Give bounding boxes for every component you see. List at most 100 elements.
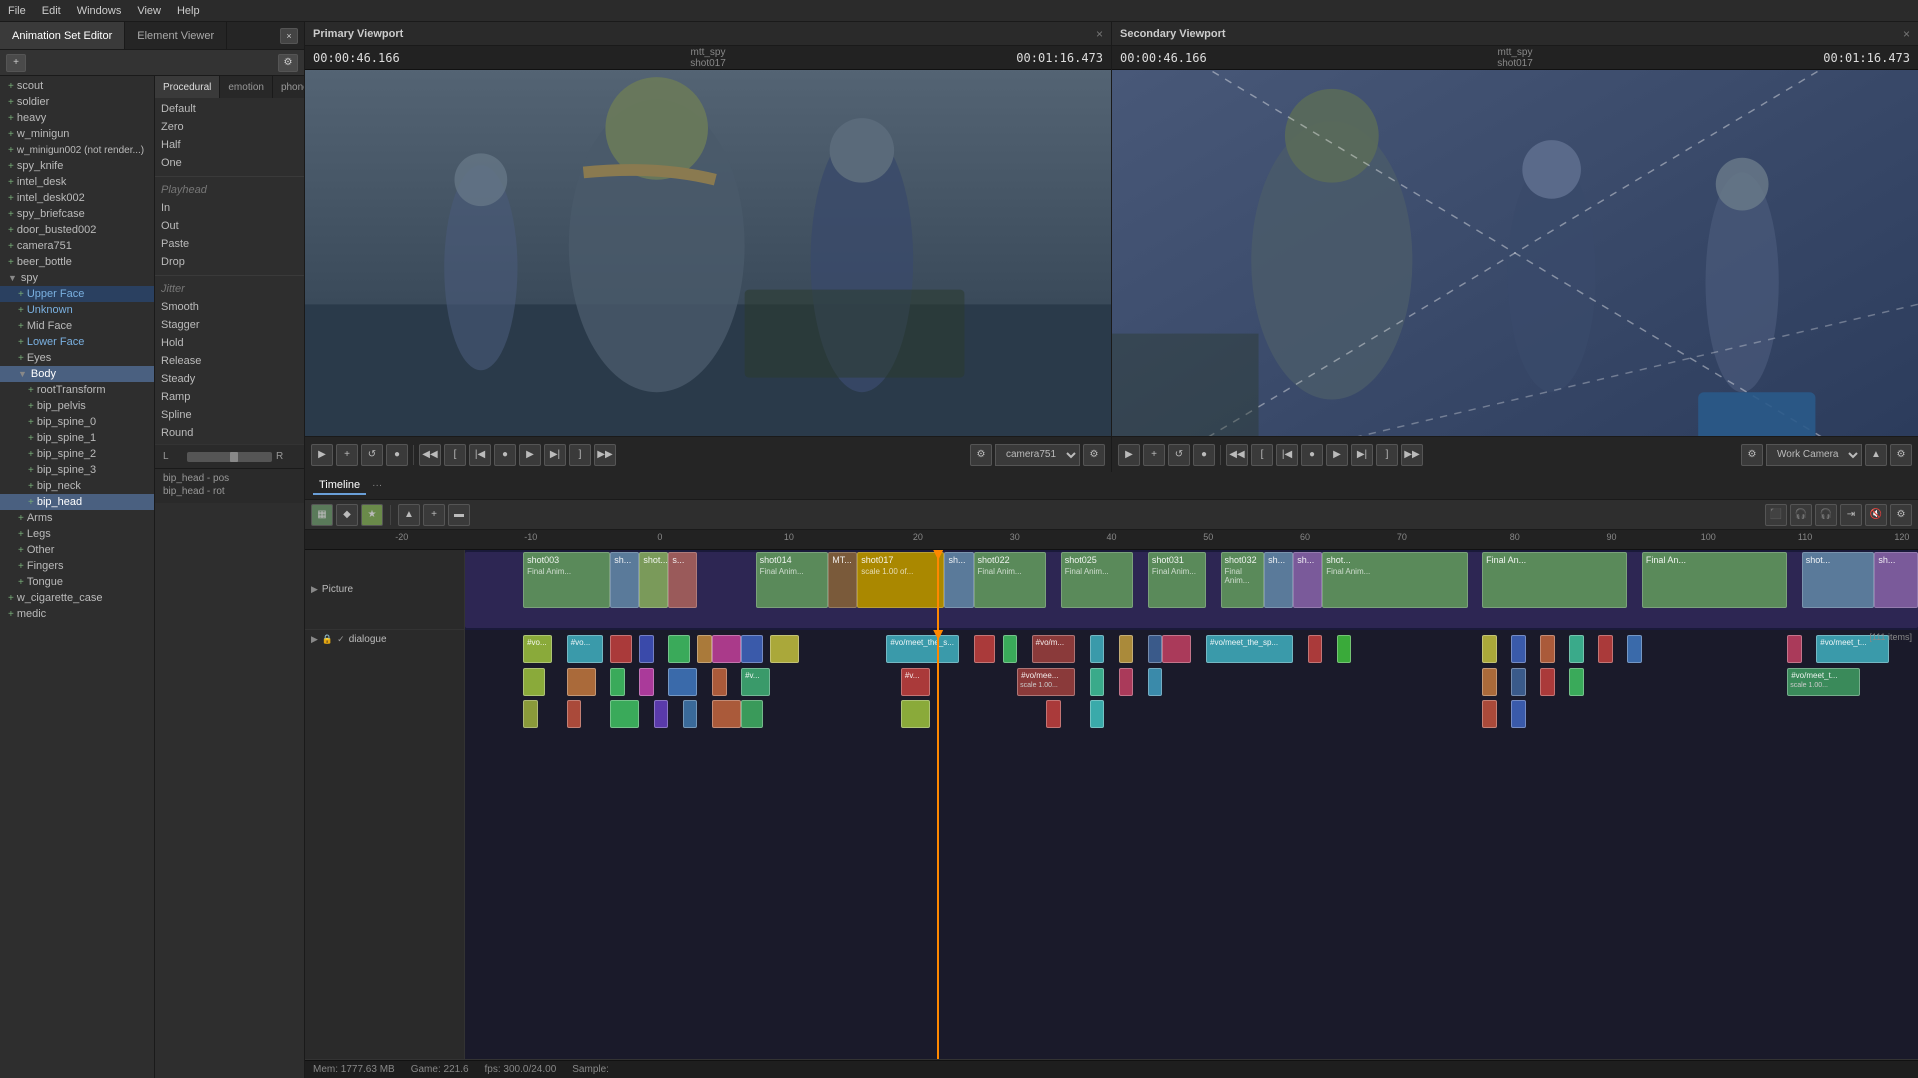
shot-025-block[interactable]: shot025 Final Anim... (1061, 552, 1134, 608)
tl-headphone2-btn[interactable]: 🎧 (1815, 504, 1837, 526)
sec-go-start[interactable]: |◀ (1276, 444, 1298, 466)
primary-viewport-canvas[interactable] (305, 70, 1111, 436)
record-button[interactable]: ● (386, 444, 408, 466)
sec-camera-expand[interactable]: ▲ (1865, 444, 1887, 466)
shot-sh4[interactable]: sh... (1293, 552, 1322, 608)
tree-item-bip-head[interactable]: +bip_head (0, 494, 154, 510)
sound-clip-r2-12[interactable] (1148, 668, 1163, 696)
tree-item-lower-face[interactable]: +Lower Face (0, 334, 154, 350)
tree-item-bip-spine-0[interactable]: +bip_spine_0 (0, 414, 154, 430)
proc-item-release[interactable]: Release (155, 352, 304, 370)
sound-clip-23[interactable] (1540, 635, 1555, 663)
sound-clip-r2-3[interactable] (610, 668, 625, 696)
tab-element-viewer[interactable]: Element Viewer (125, 22, 227, 49)
menu-file[interactable]: File (8, 5, 26, 17)
sec-play-button[interactable]: ▶ (1118, 444, 1140, 466)
tree-item-mid-face[interactable]: +Mid Face (0, 318, 154, 334)
tl-page-btn[interactable]: ▬ (448, 504, 470, 526)
add-animation-button[interactable]: + (6, 54, 26, 72)
tree-item-intel-desk[interactable]: +intel_desk (0, 174, 154, 190)
tree-item-beer-bottle[interactable]: +beer_bottle (0, 254, 154, 270)
tree-item-upper-face[interactable]: +Upper Face (0, 286, 154, 302)
tree-item-heavy[interactable]: +heavy (0, 110, 154, 126)
sound-clip-10[interactable]: #vo/meet_the_s... (886, 635, 959, 663)
tree-item-camera751[interactable]: +camera751 (0, 238, 154, 254)
sec-frame-fwd[interactable]: ] (1376, 444, 1398, 466)
sound-clip-22[interactable] (1511, 635, 1526, 663)
shot-022-block[interactable]: shot022 Final Anim... (974, 552, 1047, 608)
sec-loop-btn[interactable]: ↺ (1168, 444, 1190, 466)
settings-button[interactable]: ⚙ (278, 54, 298, 72)
sound-clip-r2-10[interactable] (1090, 668, 1105, 696)
tl-record-btn[interactable]: ⬛ (1765, 504, 1787, 526)
proc-item-hold[interactable]: Hold (155, 334, 304, 352)
sound-clip-27[interactable] (1787, 635, 1802, 663)
tree-item-spy[interactable]: ▼spy (0, 270, 154, 286)
proc-tab-phoneme[interactable]: phoneme (273, 76, 304, 98)
sound-clip-r3-8[interactable] (901, 700, 930, 728)
sound-clip-15[interactable] (1119, 635, 1134, 663)
tl-mute-btn[interactable]: 🔇 (1865, 504, 1887, 526)
tree-item-w-cigarette-case[interactable]: +w_cigarette_case (0, 590, 154, 606)
sound-clip-r3-5[interactable] (683, 700, 698, 728)
shot-end2[interactable]: sh... (1874, 552, 1918, 608)
sound-track-content[interactable]: [111 items] #vo... #vo... (465, 630, 1918, 1059)
close-panel-button[interactable]: × (280, 28, 298, 44)
tl-goto-end[interactable]: ⇥ (1840, 504, 1862, 526)
picture-expand-icon[interactable]: ▶ (311, 584, 318, 595)
sec-frame-back[interactable]: [ (1251, 444, 1273, 466)
sound-clip-r2-8[interactable]: #v... (901, 668, 930, 696)
sound-clip-r3-6[interactable] (712, 700, 741, 728)
sound-clip-13[interactable]: #vo/m... (1032, 635, 1076, 663)
interpolation-slider[interactable] (187, 452, 272, 462)
proc-item-paste[interactable]: Paste (155, 235, 304, 253)
sec-settings[interactable]: ⚙ (1741, 444, 1763, 466)
sound-clip-r3-9[interactable] (1046, 700, 1061, 728)
proc-item-one[interactable]: One (155, 154, 304, 172)
tree-item-w-minigun002[interactable]: +w_minigun002 (not render...) (0, 142, 154, 158)
shot-s1[interactable]: s... (668, 552, 697, 608)
tl-star-btn[interactable]: ★ (361, 504, 383, 526)
sec-camera-settings[interactable]: ⚙ (1890, 444, 1912, 466)
sound-clip-17[interactable] (1162, 635, 1191, 663)
tree-item-rootTransform[interactable]: +rootTransform (0, 382, 154, 398)
tree-item-bip-spine-1[interactable]: +bip_spine_1 (0, 430, 154, 446)
primary-viewport-close[interactable]: × (1096, 27, 1103, 41)
tl-plus-btn[interactable]: + (423, 504, 445, 526)
play-button[interactable]: ▶ (311, 444, 333, 466)
step-fwd-button[interactable]: ▶▶ (594, 444, 616, 466)
secondary-viewport-canvas[interactable] (1112, 70, 1918, 436)
sound-clip-1[interactable]: #vo... (523, 635, 552, 663)
sound-clip-24[interactable] (1569, 635, 1584, 663)
tree-item-spy-knife[interactable]: +spy_knife (0, 158, 154, 174)
sound-clip-r2-2[interactable] (567, 668, 596, 696)
proc-item-half[interactable]: Half (155, 136, 304, 154)
tree-item-spy-briefcase[interactable]: +spy_briefcase (0, 206, 154, 222)
tree-item-soldier[interactable]: +soldier (0, 94, 154, 110)
menu-view[interactable]: View (137, 5, 161, 17)
sound-clip-r2-13[interactable] (1482, 668, 1497, 696)
shot-sh2[interactable]: sh... (944, 552, 973, 608)
secondary-camera-selector[interactable]: Work Camera (1766, 444, 1862, 466)
shot-003[interactable]: shot003 Final Anim... (523, 552, 610, 608)
shot-032-block[interactable]: shot032 Final Anim... (1221, 552, 1265, 608)
sound-clip-12[interactable] (1003, 635, 1018, 663)
sec-go-end[interactable]: ▶| (1351, 444, 1373, 466)
shot-end1[interactable]: shot... (1802, 552, 1875, 608)
proc-item-round[interactable]: Round (155, 424, 304, 442)
tree-item-medic[interactable]: +medic (0, 606, 154, 622)
sound-clip-8[interactable] (741, 635, 763, 663)
timeline-tab[interactable]: Timeline (313, 477, 366, 495)
shot-sh3[interactable]: sh... (1264, 552, 1293, 608)
shot-017-block[interactable]: shot017 scale 1.00 of... (857, 552, 944, 608)
tab-animation-set-editor[interactable]: Animation Set Editor (0, 22, 125, 49)
proc-item-drop[interactable]: Drop (155, 253, 304, 271)
tree-item-other[interactable]: +Other (0, 542, 154, 558)
settings-btn[interactable]: ⚙ (970, 444, 992, 466)
camera-selector[interactable]: camera751 (995, 444, 1080, 466)
tree-item-body[interactable]: ▼Body (0, 366, 154, 382)
sound-clip-r2-11[interactable] (1119, 668, 1134, 696)
sound-expand-icon[interactable]: ▶ (311, 634, 318, 645)
go-end-button[interactable]: ▶| (544, 444, 566, 466)
sec-step-back[interactable]: ◀◀ (1226, 444, 1248, 466)
